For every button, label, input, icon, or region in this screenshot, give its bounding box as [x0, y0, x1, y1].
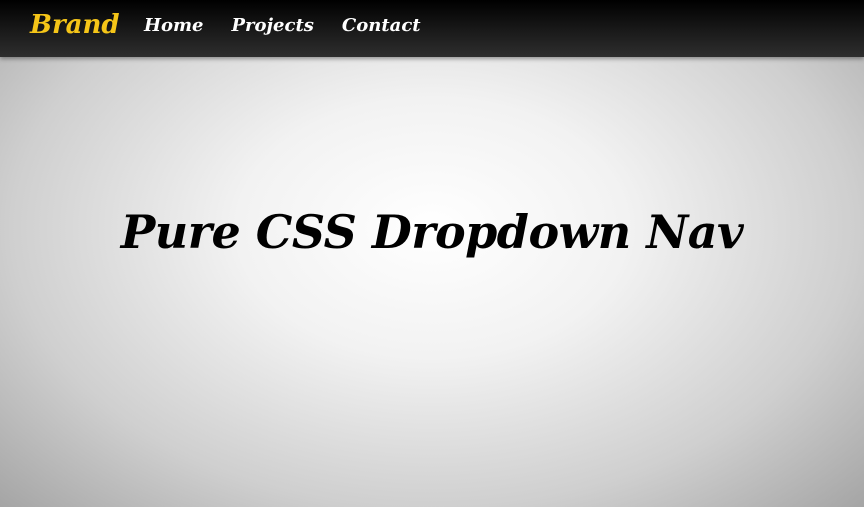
nav-link-contact[interactable]: Contact — [342, 15, 421, 36]
nav-link-home[interactable]: Home — [144, 15, 204, 36]
nav-link-projects[interactable]: Projects — [232, 15, 314, 36]
brand-logo-link[interactable]: Brand — [30, 10, 120, 40]
nav-item-home: Home — [144, 15, 204, 36]
nav-item-projects: Projects — [232, 15, 314, 36]
nav-menu: Home Projects Contact — [144, 15, 421, 36]
page-title: Pure CSS Dropdown Nav — [120, 205, 744, 259]
navbar: Brand Home Projects Contact — [0, 0, 864, 57]
nav-item-contact: Contact — [342, 15, 421, 36]
